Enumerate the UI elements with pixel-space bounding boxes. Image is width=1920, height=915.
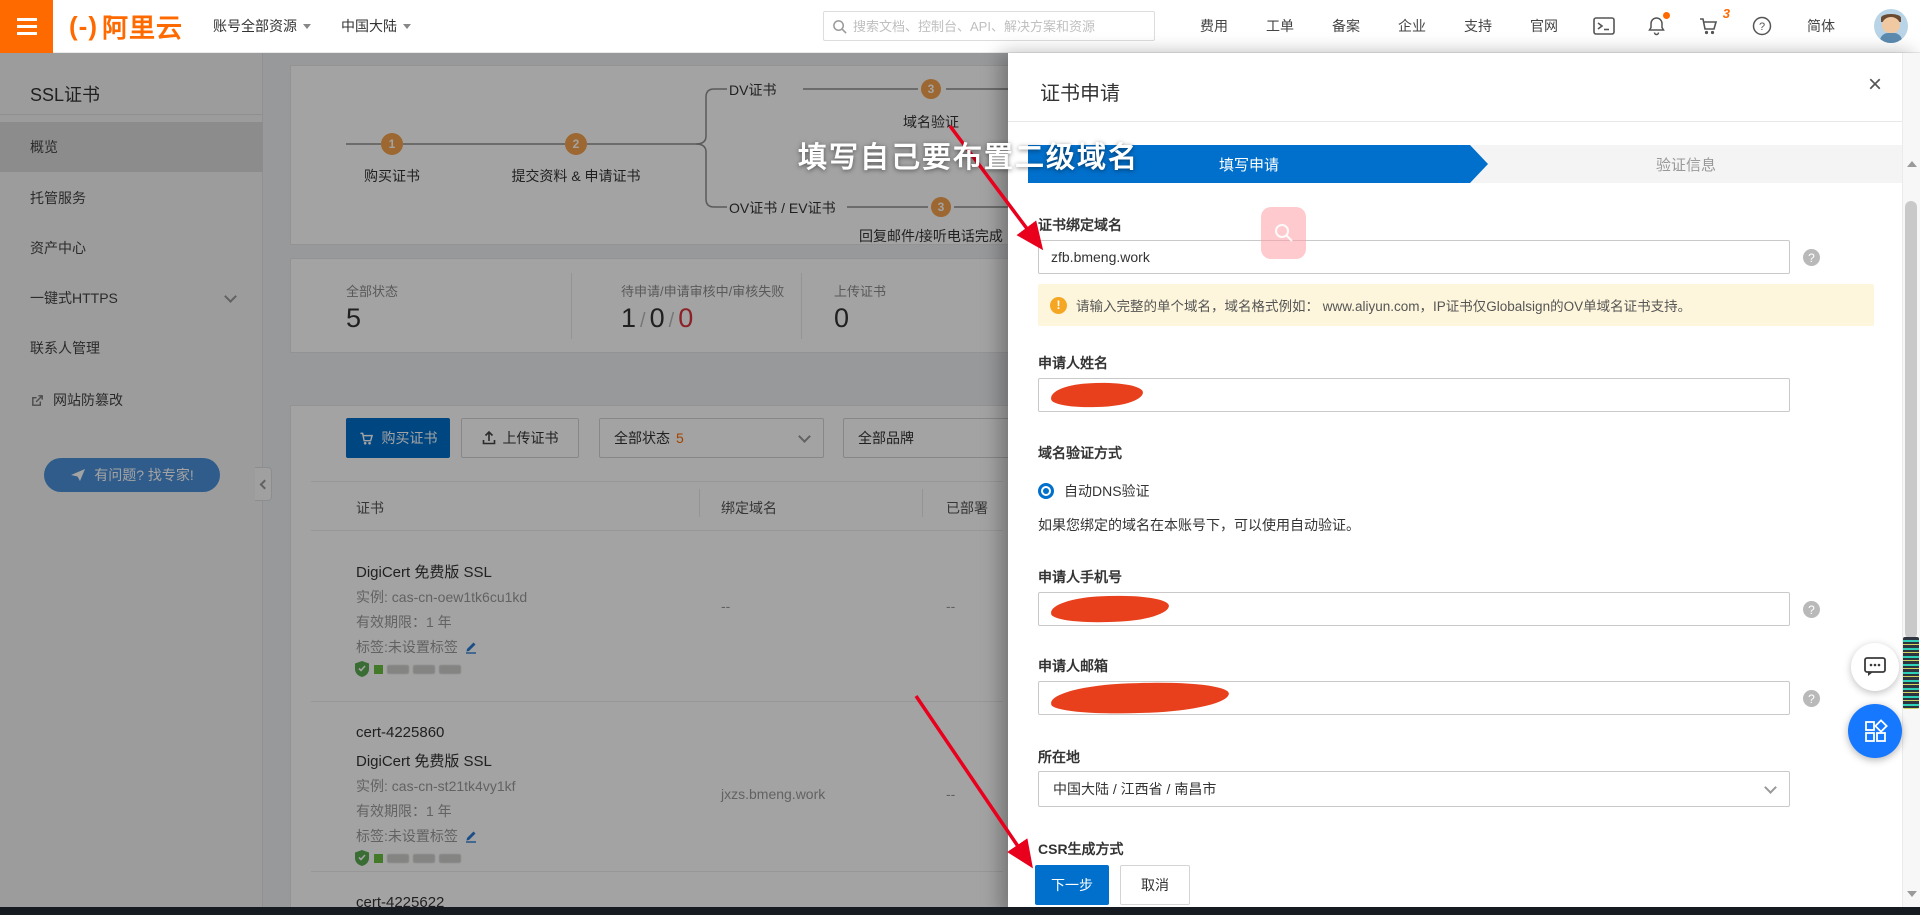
cart-icon[interactable]: 3 [1682,16,1736,36]
applicant-name-input[interactable] [1038,378,1790,412]
aliyun-logo-mark: (-) [69,11,98,42]
cloudshell-icon[interactable] [1577,17,1631,35]
global-search[interactable] [823,11,1155,41]
cart-badge: 3 [1723,6,1730,21]
search-input[interactable] [853,19,1146,34]
language-switch[interactable]: 简体 [1788,16,1854,36]
redaction-scribble [1051,594,1170,624]
scrollbar-up-arrow[interactable] [1907,161,1917,167]
chat-bubble-icon [1863,656,1887,678]
email-field-label: 申请人邮箱 [1038,656,1108,676]
nav-tickets[interactable]: 工单 [1247,16,1313,36]
help-icon[interactable]: ? [1803,249,1820,266]
nav-website[interactable]: 官网 [1511,16,1577,36]
warning-icon: ! [1050,297,1067,314]
cancel-label: 取消 [1141,875,1169,895]
email-input[interactable] [1038,681,1790,715]
domain-warning-banner: ! 请输入完整的单个域名，域名格式例如： www.aliyun.com，IP证书… [1038,284,1874,326]
region-field-label: 所在地 [1038,747,1080,767]
caret-down-icon [303,24,311,29]
divider [1008,121,1920,122]
auto-dns-radio-label: 自动DNS验证 [1064,481,1150,501]
notifications-bell-icon[interactable] [1631,16,1682,36]
cancel-button[interactable]: 取消 [1120,865,1190,905]
verify-method-note: 如果您绑定的域名在本账号下，可以使用自动验证。 [1038,515,1360,535]
svg-text:?: ? [1759,21,1765,33]
redaction-scribble [1051,680,1230,716]
help-icon[interactable]: ? [1803,690,1820,707]
hamburger-menu-icon[interactable] [0,0,53,53]
notification-dot [1663,12,1670,19]
drawer-title: 证书申请 [1040,77,1120,106]
mini-apps-button[interactable] [1848,704,1902,758]
wizard-step-label: 验证信息 [1656,154,1716,175]
nav-billing[interactable]: 费用 [1181,16,1247,36]
wizard-step-arrow [1470,145,1488,183]
domain-field-label: 证书绑定域名 [1038,215,1122,235]
nav-icp[interactable]: 备案 [1313,16,1379,36]
radio-selected-icon [1038,483,1054,499]
close-icon[interactable]: × [1868,73,1882,97]
domain-input-value: zfb.bmeng.work [1051,249,1150,265]
help-icon[interactable]: ? [1736,16,1788,36]
scrollbar-down-arrow[interactable] [1907,891,1917,897]
region-select-value: 中国大陆 / 江西省 / 南昌市 [1053,779,1216,799]
scrollbar-thumb[interactable] [1905,201,1917,639]
avatar[interactable] [1874,9,1908,43]
next-step-button[interactable]: 下一步 [1035,865,1109,905]
nav-enterprise[interactable]: 企业 [1379,16,1445,36]
avatar-body [1880,33,1902,43]
phone-field-label: 申请人手机号 [1038,567,1122,587]
csr-method-label: CSR生成方式 [1038,839,1124,859]
applicant-name-label: 申请人姓名 [1038,353,1108,373]
topbar: (-)阿里云 账号全部资源 中国大陆 费用 工单 备案 企业 支持 官网 [0,0,1920,53]
wizard-step-verify-info: 验证信息 [1470,145,1902,183]
topbar-links: 费用 工单 备案 企业 支持 官网 3 ? 简体 [1181,16,1854,36]
taskbar-edge [0,907,1920,915]
app-grid-icon [1862,718,1888,744]
help-icon[interactable]: ? [1803,601,1820,618]
domain-input[interactable]: zfb.bmeng.work [1038,240,1790,274]
aliyun-ssl-console: (-)阿里云 账号全部资源 中国大陆 费用 工单 备案 企业 支持 官网 [0,0,1920,915]
region-select[interactable]: 中国大陆 / 江西省 / 南昌市 [1038,771,1790,807]
feedback-chat-button[interactable] [1851,643,1899,691]
chevron-down-icon [1764,781,1777,794]
certificate-apply-drawer: 证书申请 × 填写申请 验证信息 证书绑定域名 zfb.bmeng.work ?… [1008,53,1920,915]
wizard-step-fill-application: 填写申请 [1028,145,1470,183]
auto-dns-radio[interactable]: 自动DNS验证 [1038,481,1150,501]
nav-support[interactable]: 支持 [1445,16,1511,36]
redaction-scribble [1051,381,1144,408]
wizard-step-label: 填写申请 [1219,154,1279,175]
warning-text: 请输入完整的单个域名，域名格式例如： www.aliyun.com，IP证书仅G… [1076,295,1691,315]
caret-down-icon [403,24,411,29]
verify-method-label: 域名验证方式 [1038,443,1122,463]
account-scope-dropdown[interactable]: 账号全部资源 [213,16,311,36]
aliyun-logo-text: 阿里云 [102,8,183,45]
phone-input[interactable] [1038,592,1790,626]
search-icon [832,19,847,34]
region-label: 中国大陆 [341,16,397,36]
account-scope-label: 账号全部资源 [213,16,297,36]
avatar-face [1882,17,1900,33]
modal-dim-overlay [0,53,1008,915]
next-step-label: 下一步 [1051,875,1093,895]
scrollbar-marker-widget [1903,637,1919,709]
region-dropdown[interactable]: 中国大陆 [341,16,411,36]
aliyun-logo[interactable]: (-)阿里云 [69,8,183,45]
